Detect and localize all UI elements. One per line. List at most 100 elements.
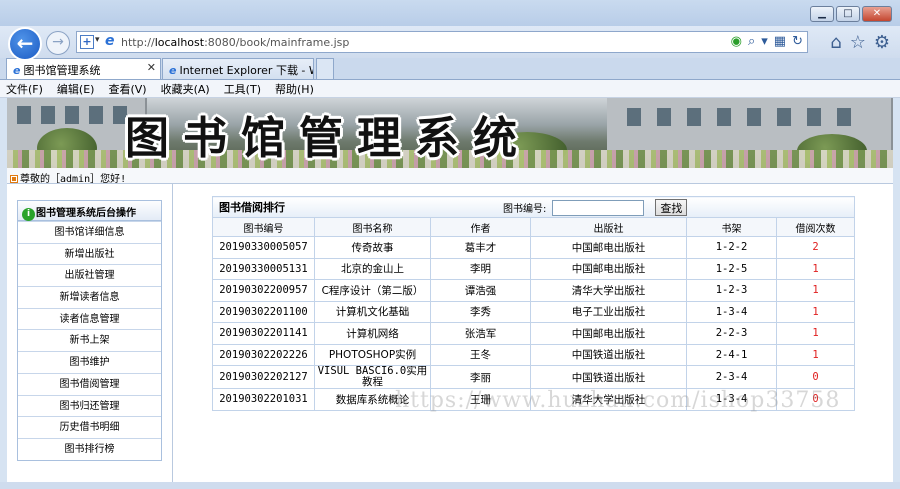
book-id-cell: 20190302201141 xyxy=(212,322,315,345)
sidebar-item-library-info[interactable]: 图书馆详细信息 xyxy=(18,221,161,243)
book-name-cell: 北京的金山上 xyxy=(314,257,431,280)
ranking-caption: 图书借阅排行 图书编号: 查找 xyxy=(211,196,856,218)
new-tab-button[interactable] xyxy=(316,58,334,79)
ranking-rows: 20190330005057 传奇故事 葛丰才 中国邮电出版社 1-2-2 2 201903… xyxy=(212,236,856,411)
borrow-count-cell: 1 xyxy=(775,343,856,366)
window-edge xyxy=(893,98,900,482)
address-bar[interactable]: + ▾ e http://localhost:8080/book/mainfra… xyxy=(76,31,808,53)
table-row: 20190302201100 计算机文化基础 李秀 电子工业出版社 1-3-4 1 xyxy=(212,300,856,323)
publisher-cell: 中国邮电出版社 xyxy=(530,236,687,259)
status-edge xyxy=(0,482,900,489)
sidebar-nav: i 图书管理系统后台操作 图书馆详细信息 新增出版社 出版社管理 新增读者信息 读… xyxy=(17,200,162,461)
borrow-count-cell: 2 xyxy=(775,236,856,259)
refresh-icon[interactable]: ↻ xyxy=(792,34,803,49)
borrow-count-cell: 0 xyxy=(775,388,856,411)
book-id-search-input[interactable] xyxy=(552,199,645,216)
tab-library-system[interactable]: e 图书馆管理系统 ✕ xyxy=(6,58,161,79)
sidebar-item-publisher-management[interactable]: 出版社管理 xyxy=(18,264,161,287)
ie-tab-icon: e xyxy=(13,64,21,77)
book-name-cell: 计算机网络 xyxy=(314,322,431,345)
book-id-cell: 20190302201100 xyxy=(212,300,315,323)
home-icon[interactable]: ⌂ xyxy=(830,32,841,53)
borrow-count-cell: 1 xyxy=(775,322,856,345)
column-header: 作者 xyxy=(430,217,531,237)
dropdown-icon[interactable]: ▾ xyxy=(761,34,768,49)
ranking-table: 图书借阅排行 图书编号: 查找 图书编号 图书名称 作者 出版社 书架 借阅次数… xyxy=(211,196,856,411)
sidebar-item-borrow-history[interactable]: 历史借书明细 xyxy=(18,416,161,438)
book-id-cell: 20190302200957 xyxy=(212,279,315,302)
address-tools: ◉ ⌕ ▾ ▦ ↻ xyxy=(725,34,803,49)
shelf-cell: 1-2-3 xyxy=(686,279,777,302)
sidebar-item-add-publisher[interactable]: 新增出版社 xyxy=(18,242,161,265)
table-row: 20190302201141 计算机网络 张浩军 中国邮电出版社 2-2-3 1 xyxy=(212,322,856,345)
table-row: 20190330005131 北京的金山上 李明 中国邮电出版社 1-2-5 1 xyxy=(212,257,856,280)
publisher-cell: 电子工业出版社 xyxy=(530,300,687,323)
column-header: 图书名称 xyxy=(314,217,431,237)
book-name-cell: 数据库系统概论 xyxy=(314,388,431,411)
page-content: 图书馆管理系统 尊敬的［admin］您好! i 图书管理系统后台操作 图书馆详细信… xyxy=(7,98,893,482)
table-row: 20190302202226 PHOTOSHOP实例 王冬 中国铁道出版社 2-4-1 1 xyxy=(212,343,856,366)
menu-file[interactable]: 文件(F) xyxy=(6,81,43,97)
welcome-bar: 尊敬的［admin］您好! xyxy=(7,168,893,185)
favorites-star-icon[interactable]: ☆ xyxy=(850,32,866,53)
minimize-button[interactable]: ▁ xyxy=(810,6,834,22)
author-cell: 王珊 xyxy=(430,388,531,411)
dropdown-caret-icon[interactable]: ▾ xyxy=(95,35,100,45)
column-header: 图书编号 xyxy=(212,217,315,237)
menu-tools[interactable]: 工具(T) xyxy=(224,81,261,97)
borrow-count-cell: 1 xyxy=(775,279,856,302)
url-text[interactable]: http://localhost:8080/book/mainframe.jsp xyxy=(121,36,349,49)
column-header: 借阅次数 xyxy=(775,217,856,237)
publisher-cell: 清华大学出版社 xyxy=(530,388,687,411)
shelf-cell: 2-4-1 xyxy=(686,343,777,366)
book-id-cell: 20190302202226 xyxy=(212,343,315,366)
author-cell: 李明 xyxy=(430,257,531,280)
maximize-button[interactable]: □ xyxy=(836,6,860,22)
borrow-count-cell: 1 xyxy=(775,257,856,280)
search-button[interactable]: 查找 xyxy=(655,199,688,216)
book-name-cell: PHOTOSHOP实例 xyxy=(314,343,431,366)
tab-close-icon[interactable]: ✕ xyxy=(147,61,156,74)
banner: 图书馆管理系统 xyxy=(7,98,893,168)
tab-ie-download[interactable]: eInternet Explorer 下载 - W... xyxy=(162,58,314,79)
book-id-cell: 20190302201031 xyxy=(212,388,315,411)
back-button[interactable]: ← xyxy=(8,27,42,61)
window-titlebar: ▁ □ ✕ xyxy=(0,0,900,26)
forward-button[interactable]: → xyxy=(46,31,70,55)
book-name-cell: 计算机文化基础 xyxy=(314,300,431,323)
compatibility-view-icon[interactable]: ▦ xyxy=(774,34,786,49)
settings-gear-icon[interactable]: ⚙ xyxy=(874,32,890,53)
author-cell: 李丽 xyxy=(430,365,531,389)
window-controls: ▁ □ ✕ xyxy=(808,6,892,22)
sidebar-item-borrow-management[interactable]: 图书借阅管理 xyxy=(18,372,161,395)
sidebar-item-add-reader[interactable]: 新增读者信息 xyxy=(18,286,161,308)
search-area: 图书编号: 查找 xyxy=(503,199,688,216)
back-arrow-icon: ← xyxy=(16,31,34,55)
sidebar-item-return-management[interactable]: 图书归还管理 xyxy=(18,394,161,417)
table-row: 20190302201031 数据库系统概论 王珊 清华大学出版社 1-3-4 0 xyxy=(212,388,856,411)
menu-favorites[interactable]: 收藏夹(A) xyxy=(161,81,210,97)
banner-title: 图书馆管理系统 xyxy=(125,113,531,164)
author-cell: 李秀 xyxy=(430,300,531,323)
menu-view[interactable]: 查看(V) xyxy=(108,81,146,97)
column-header: 出版社 xyxy=(530,217,687,237)
ranking-panel: 图书借阅排行 图书编号: 查找 图书编号 图书名称 作者 出版社 书架 借阅次数… xyxy=(211,196,856,411)
ranking-title: 图书借阅排行 xyxy=(219,201,285,214)
shelf-cell: 2-3-4 xyxy=(686,365,777,389)
sidebar-item-book-ranking[interactable]: 图书排行榜 xyxy=(18,437,161,460)
menu-help[interactable]: 帮助(H) xyxy=(275,81,314,97)
book-name-cell: C程序设计（第二版） xyxy=(314,279,431,302)
shelf-cell: 2-2-3 xyxy=(686,322,777,345)
left-frame: i 图书管理系统后台操作 图书馆详细信息 新增出版社 出版社管理 新增读者信息 读… xyxy=(7,184,173,482)
borrow-count-cell: 0 xyxy=(775,365,856,389)
sidebar-item-new-books[interactable]: 新书上架 xyxy=(18,329,161,352)
shelf-cell: 1-3-4 xyxy=(686,300,777,323)
compatibility-icon[interactable]: ◉ xyxy=(731,34,742,49)
page-icon: + xyxy=(80,35,94,49)
sidebar-item-reader-management[interactable]: 读者信息管理 xyxy=(18,307,161,330)
ie-tab-icon: e xyxy=(169,64,177,77)
close-button[interactable]: ✕ xyxy=(862,6,892,22)
sidebar-item-book-maintenance[interactable]: 图书维护 xyxy=(18,351,161,373)
search-icon[interactable]: ⌕ xyxy=(748,34,755,49)
menu-edit[interactable]: 编辑(E) xyxy=(57,81,95,97)
